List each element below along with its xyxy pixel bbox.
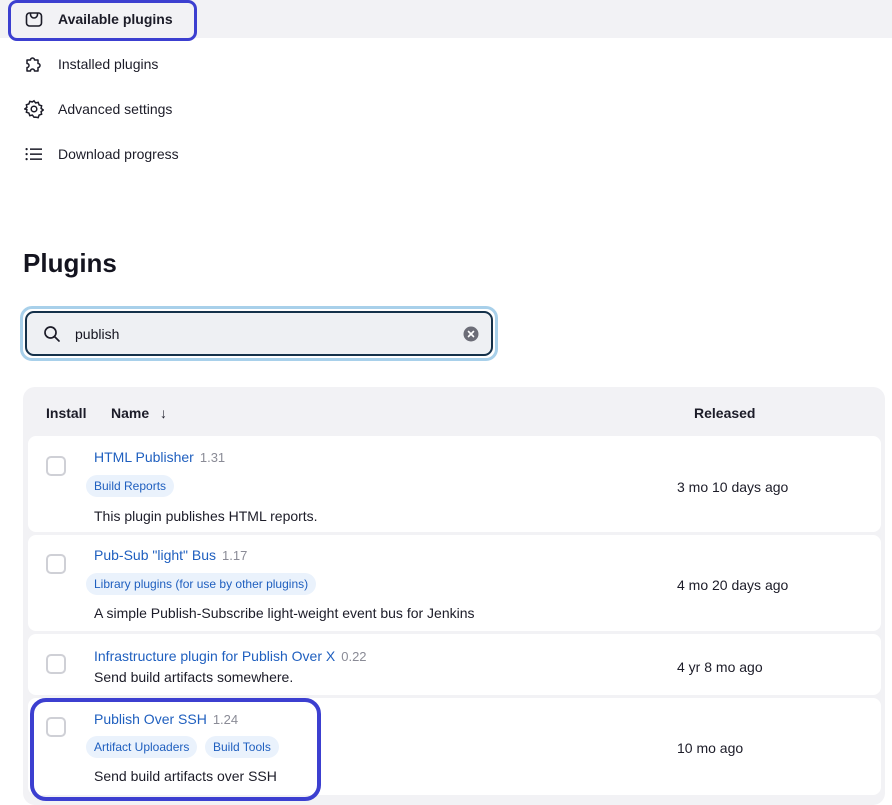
table-row: HTML Publisher 1.31 Build Reports This pl… — [28, 436, 881, 532]
plugin-version: 1.31 — [199, 450, 226, 465]
plugin-version: 1.17 — [222, 548, 248, 563]
install-checkbox[interactable] — [46, 554, 66, 574]
plugin-description: Send build artifacts somewhere. — [94, 669, 294, 685]
plugin-name-link[interactable]: Publish Over SSH 1.24 — [94, 711, 238, 727]
plugin-description: A simple Publish-Subscribe light-weight … — [94, 605, 475, 621]
plugin-name[interactable]: Pub-Sub "light" Bus — [94, 547, 216, 563]
plugin-version: 1.24 — [212, 712, 239, 727]
plugin-description: Send build artifacts over SSH — [94, 768, 277, 784]
nav-item-label: Available plugins — [58, 11, 173, 27]
header-install: Install — [46, 405, 87, 421]
search-box[interactable] — [25, 311, 493, 356]
install-checkbox[interactable] — [46, 654, 66, 674]
clear-icon[interactable] — [463, 326, 479, 342]
nav-item-label: Download progress — [58, 146, 179, 162]
released-date: 4 yr 8 mo ago — [677, 659, 763, 675]
install-checkbox[interactable] — [46, 456, 66, 476]
nav-item-advanced-settings[interactable]: Advanced settings — [24, 94, 172, 124]
header-released: Released — [694, 405, 756, 421]
plugin-version: 0.22 — [341, 649, 367, 664]
list-icon — [24, 144, 44, 164]
category-tag[interactable]: Artifact Uploaders — [86, 736, 198, 758]
released-date: 3 mo 10 days ago — [677, 479, 789, 495]
nav-item-installed-plugins[interactable]: Installed plugins — [24, 49, 158, 79]
nav-item-label: Installed plugins — [58, 56, 159, 72]
plugin-name-link[interactable]: Pub-Sub "light" Bus 1.17 — [94, 547, 247, 563]
header-name[interactable]: Name — [111, 405, 149, 421]
puzzle-icon — [24, 54, 44, 74]
install-checkbox[interactable] — [46, 717, 66, 737]
page-title: Plugins — [23, 248, 117, 278]
nav-item-label: Advanced settings — [58, 101, 173, 117]
plugin-name[interactable]: Infrastructure plugin for Publish Over X — [94, 648, 335, 664]
plugin-name-link[interactable]: HTML Publisher 1.31 — [94, 449, 225, 465]
plugin-description: This plugin publishes HTML reports. — [94, 508, 318, 524]
nav-item-available-plugins[interactable]: Available plugins — [24, 4, 173, 34]
category-tag[interactable]: Build Tools — [205, 736, 279, 758]
released-date: 10 mo ago — [677, 740, 744, 756]
search-input[interactable] — [75, 325, 463, 342]
table-row: Infrastructure plugin for Publish Over X… — [28, 634, 881, 695]
plugin-name-link[interactable]: Infrastructure plugin for Publish Over X… — [94, 648, 367, 664]
search-icon — [44, 325, 60, 342]
table-row: Publish Over SSH 1.24 Artifact Uploaders … — [28, 698, 881, 795]
plugin-name[interactable]: Publish Over SSH — [94, 711, 207, 727]
nav-item-download-progress[interactable]: Download progress — [24, 139, 179, 169]
table-row: Pub-Sub "light" Bus 1.17 Library plugins … — [28, 535, 881, 631]
released-date: 4 mo 20 days ago — [677, 577, 789, 593]
category-tag[interactable]: Build Reports — [86, 475, 175, 497]
shopping-bag-icon — [24, 9, 44, 29]
sort-arrow-icon[interactable]: ↓ — [160, 405, 167, 421]
search-focus-ring — [20, 306, 498, 361]
plugin-name[interactable]: HTML Publisher — [94, 449, 194, 465]
category-tag[interactable]: Library plugins (for use by other plugin… — [86, 573, 317, 595]
gear-icon — [24, 99, 44, 119]
